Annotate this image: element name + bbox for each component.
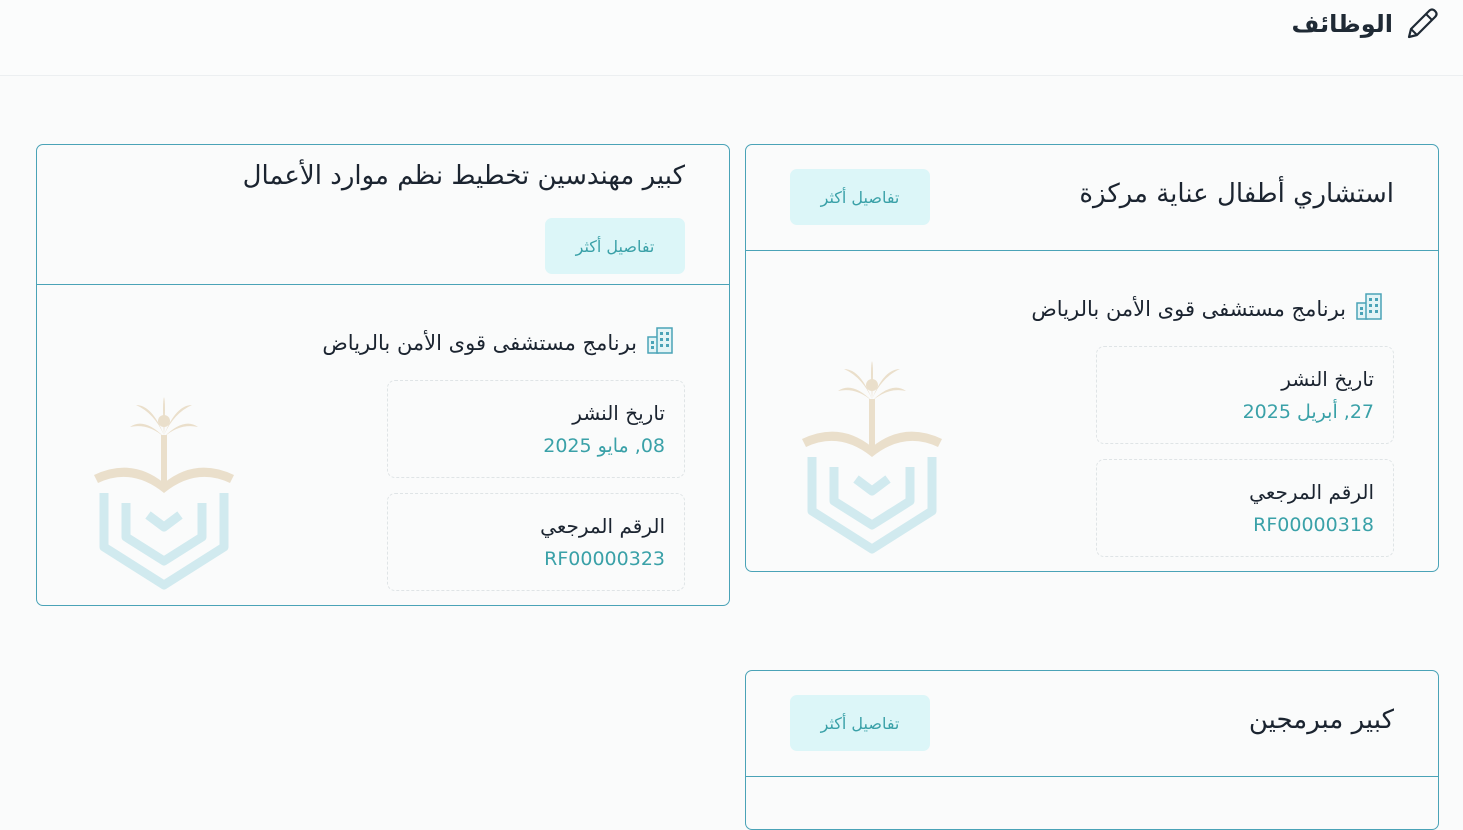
pencil-icon bbox=[1403, 7, 1439, 41]
reference-number-box: الرقم المرجعي RF00000318 bbox=[1096, 459, 1394, 557]
building-icon bbox=[645, 325, 675, 360]
page-title-text: الوظائف bbox=[1291, 10, 1394, 38]
job-card-header: كبير مهندسين تخطيط نظم موارد الأعمال تفا… bbox=[37, 145, 729, 285]
job-card: استشاري أطفال عناية مركزة تفاصيل أكثر بر… bbox=[745, 144, 1439, 572]
posting-date-label: تاريخ النشر bbox=[572, 401, 665, 425]
employer-name: برنامج مستشفى قوى الأمن بالرياض bbox=[322, 330, 637, 355]
page-title: الوظائف bbox=[1292, 8, 1440, 40]
job-title: كبير مبرمجين bbox=[1248, 705, 1394, 735]
hospital-logo bbox=[92, 397, 237, 596]
job-title: كبير مهندسين تخطيط نظم موارد الأعمال bbox=[242, 161, 685, 191]
posting-date-box: تاريخ النشر 27, أبريل 2025 bbox=[1096, 346, 1394, 444]
posting-date-value: 27, أبريل 2025 bbox=[1242, 401, 1374, 423]
job-card: كبير مبرمجين تفاصيل أكثر bbox=[745, 670, 1439, 830]
details-button[interactable]: تفاصيل أكثر bbox=[545, 218, 685, 274]
job-title: استشاري أطفال عناية مركزة bbox=[1079, 179, 1394, 209]
job-card: كبير مهندسين تخطيط نظم موارد الأعمال تفا… bbox=[36, 144, 730, 606]
employer-name: برنامج مستشفى قوى الأمن بالرياض bbox=[1031, 296, 1346, 321]
job-card-body: برنامج مستشفى قوى الأمن بالرياض تاريخ ال… bbox=[37, 285, 729, 605]
reference-number-value: RF00000318 bbox=[1253, 514, 1374, 536]
posting-date-label: تاريخ النشر bbox=[1281, 367, 1374, 391]
posting-date-value: 08, مايو 2025 bbox=[543, 435, 665, 457]
details-button[interactable]: تفاصيل أكثر bbox=[790, 695, 930, 751]
reference-number-value: RF00000323 bbox=[544, 548, 665, 570]
job-card-body: برنامج مستشفى قوى الأمن بالرياض تاريخ ال… bbox=[746, 251, 1438, 571]
reference-number-label: الرقم المرجعي bbox=[540, 514, 665, 538]
details-button[interactable]: تفاصيل أكثر bbox=[790, 169, 930, 225]
posting-date-box: تاريخ النشر 08, مايو 2025 bbox=[387, 380, 685, 478]
hospital-logo bbox=[800, 361, 945, 560]
employer: برنامج مستشفى قوى الأمن بالرياض bbox=[1031, 291, 1384, 326]
reference-number-label: الرقم المرجعي bbox=[1249, 480, 1374, 504]
employer: برنامج مستشفى قوى الأمن بالرياض bbox=[322, 325, 675, 360]
building-icon bbox=[1354, 291, 1384, 326]
job-card-header: كبير مبرمجين تفاصيل أكثر bbox=[746, 671, 1438, 777]
job-card-header: استشاري أطفال عناية مركزة تفاصيل أكثر bbox=[746, 145, 1438, 251]
top-bar: الوظائف bbox=[0, 0, 1463, 76]
reference-number-box: الرقم المرجعي RF00000323 bbox=[387, 493, 685, 591]
